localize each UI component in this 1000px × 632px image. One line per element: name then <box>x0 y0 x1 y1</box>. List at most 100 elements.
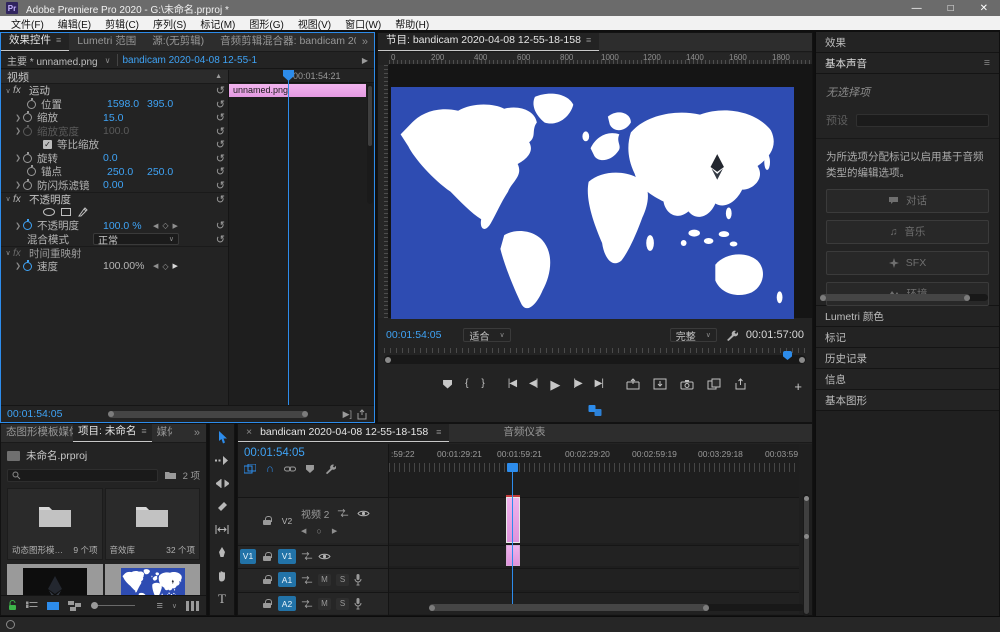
reset-icon[interactable]: ↺ <box>216 111 225 124</box>
settings-wrench-icon[interactable] <box>725 329 738 342</box>
lane-v2[interactable] <box>389 497 799 543</box>
timeline-settings-wrench-icon[interactable] <box>324 463 336 475</box>
tab-lumetri-scopes[interactable]: Lumetri 范围 <box>69 33 144 51</box>
chevron-down-icon[interactable]: ∨ <box>105 56 111 65</box>
expand-icon[interactable]: ❯ <box>13 127 23 135</box>
tab-motion-graphics-templates[interactable]: 态图形模板媒体 <box>1 424 73 442</box>
ellipse-mask-icon[interactable] <box>43 208 55 216</box>
video-section-header[interactable]: 视频▲ <box>1 70 228 84</box>
nest-sequence-toggle-icon[interactable] <box>244 464 256 475</box>
tab-effect-controls[interactable]: 效果控件≡ <box>1 33 69 51</box>
expand-icon[interactable]: ❯ <box>13 262 23 270</box>
a1-solo-button[interactable]: S <box>336 574 349 586</box>
tab-audio-meters[interactable]: 音频仪表 <box>495 424 553 442</box>
chevron-down-icon[interactable]: ∨ <box>172 602 177 610</box>
thumbnail-zoom-slider[interactable] <box>91 605 135 606</box>
tab-program-monitor[interactable]: 节目: bandicam 2020-04-08 12-55-18-158≡ <box>378 33 599 51</box>
tab-essential-graphics[interactable]: 基本图形 <box>816 390 999 411</box>
razor-tool[interactable] <box>213 499 231 514</box>
bin-sound-effects[interactable]: 音效库32 个项 <box>105 488 201 560</box>
sequence-clip-label[interactable]: bandicam 2020-04-08 12-55-18-… <box>122 55 257 66</box>
tab-media-browser[interactable]: 媒体 <box>152 424 172 442</box>
program-scrub-area[interactable] <box>384 348 806 366</box>
panel-menu-icon[interactable]: ≡ <box>141 426 146 436</box>
maximize-button[interactable]: □ <box>948 3 954 14</box>
project-search-input[interactable] <box>7 469 158 482</box>
comparison-view-button[interactable] <box>707 378 721 390</box>
icon-view-button[interactable] <box>47 601 59 611</box>
stopwatch-icon[interactable] <box>23 221 32 230</box>
program-current-timecode[interactable]: 00:01:54:05 <box>386 329 441 341</box>
effect-group-opacity[interactable]: ∨fx 不透明度 ↺ <box>1 192 228 206</box>
timeline-current-timecode[interactable]: 00:01:54:05 <box>238 444 388 459</box>
lane-v1[interactable] <box>389 545 799 566</box>
v1-sync-lock-icon[interactable] <box>301 551 313 561</box>
tab-audio-clip-mixer[interactable]: 音频剪辑混合器: bandicam 2020-04-0 <box>212 33 356 51</box>
position-x-value[interactable]: 1598.0 <box>107 98 147 110</box>
step-forward-button[interactable]: |▶ <box>573 379 581 389</box>
next-keyframe-icon[interactable]: ▶ <box>173 262 178 270</box>
freeform-view-button[interactable] <box>68 601 82 611</box>
a1-source-patch[interactable] <box>240 572 256 587</box>
v1-target-badge[interactable]: V1 <box>278 549 296 564</box>
type-tool[interactable]: T <box>213 591 231 606</box>
ec-playhead-line[interactable] <box>288 70 289 405</box>
extract-button[interactable] <box>653 378 667 390</box>
lift-button[interactable] <box>626 378 640 390</box>
ec-horizontal-scrollbar[interactable] <box>108 411 308 418</box>
a1-target-badge[interactable]: A1 <box>278 572 296 587</box>
tab-overflow-chevron[interactable]: » <box>356 34 374 51</box>
clip-v1-bandicam[interactable] <box>506 545 520 566</box>
v2-prev-keyframe-icon[interactable]: ◀ <box>301 527 306 535</box>
a2-solo-button[interactable]: S <box>336 598 349 610</box>
tab-essential-sound[interactable]: 基本声音≡ <box>816 53 999 74</box>
menu-view[interactable]: 视图(V) <box>291 16 338 31</box>
go-to-out-button[interactable]: ▶| <box>595 379 603 389</box>
tag-music-button[interactable]: ♫ 音乐 <box>826 220 989 244</box>
slip-tool[interactable] <box>213 522 231 537</box>
a2-lock-icon[interactable] <box>263 599 271 608</box>
close-tab-icon[interactable]: × <box>246 426 252 438</box>
panel-menu-icon[interactable]: ≡ <box>436 427 441 437</box>
go-to-in-button[interactable]: |◀ <box>508 379 516 389</box>
v2-target-badge[interactable]: V2 <box>278 513 296 528</box>
menu-sequence[interactable]: 序列(S) <box>146 16 193 31</box>
program-scrollbar[interactable] <box>384 355 806 364</box>
rect-mask-icon[interactable] <box>61 208 71 216</box>
reset-icon[interactable]: ↺ <box>216 125 225 138</box>
step-back-button[interactable]: ◀| <box>529 379 537 389</box>
prev-keyframe-icon[interactable]: ◀ <box>153 222 158 230</box>
ec-timeline-ruler[interactable]: 00:01:54:21 <box>229 70 374 83</box>
menu-window[interactable]: 窗口(W) <box>338 16 388 31</box>
stopwatch-icon[interactable] <box>23 262 32 271</box>
effect-controls-timeline[interactable]: 00:01:54:21 unnamed.png <box>229 70 374 405</box>
a2-sync-lock-icon[interactable] <box>301 599 313 609</box>
anchor-y-value[interactable]: 250.0 <box>147 166 187 178</box>
play-button[interactable]: ▶ <box>550 378 560 391</box>
v2-lock-icon[interactable] <box>263 516 271 525</box>
expand-icon[interactable]: ❯ <box>13 114 23 122</box>
v1-toggle-output-eye-icon[interactable] <box>318 552 331 561</box>
reset-effect-icon[interactable]: ↺ <box>216 193 225 206</box>
snap-in-program-monitor-icon[interactable] <box>589 405 602 416</box>
menu-file[interactable]: 文件(F) <box>4 16 51 31</box>
new-search-bin-icon[interactable] <box>164 470 177 480</box>
v2-track-name[interactable]: 视频 2 <box>301 506 329 521</box>
scale-value[interactable]: 15.0 <box>103 112 143 124</box>
reset-icon[interactable]: ↺ <box>216 98 225 111</box>
v2-toggle-output-eye-icon[interactable] <box>357 509 370 518</box>
stopwatch-icon[interactable] <box>27 167 36 176</box>
timeline-playhead-icon[interactable] <box>507 463 518 472</box>
new-item-button[interactable] <box>186 601 199 611</box>
add-marker-icon[interactable] <box>306 465 314 473</box>
export-frame-camera-icon[interactable] <box>680 379 694 390</box>
menu-markers[interactable]: 标记(M) <box>193 16 242 31</box>
add-keyframe-icon[interactable]: ◇ <box>162 221 168 230</box>
menu-edit[interactable]: 编辑(E) <box>51 16 98 31</box>
expand-icon[interactable]: ❯ <box>13 181 23 189</box>
lane-a1[interactable] <box>389 568 799 590</box>
zoom-level-select[interactable]: 适合∨ <box>463 328 510 342</box>
a1-voiceover-mic-icon[interactable] <box>354 574 362 586</box>
stopwatch-icon[interactable] <box>23 113 32 122</box>
tab-project[interactable]: 项目: 未命名≡ <box>73 424 152 442</box>
